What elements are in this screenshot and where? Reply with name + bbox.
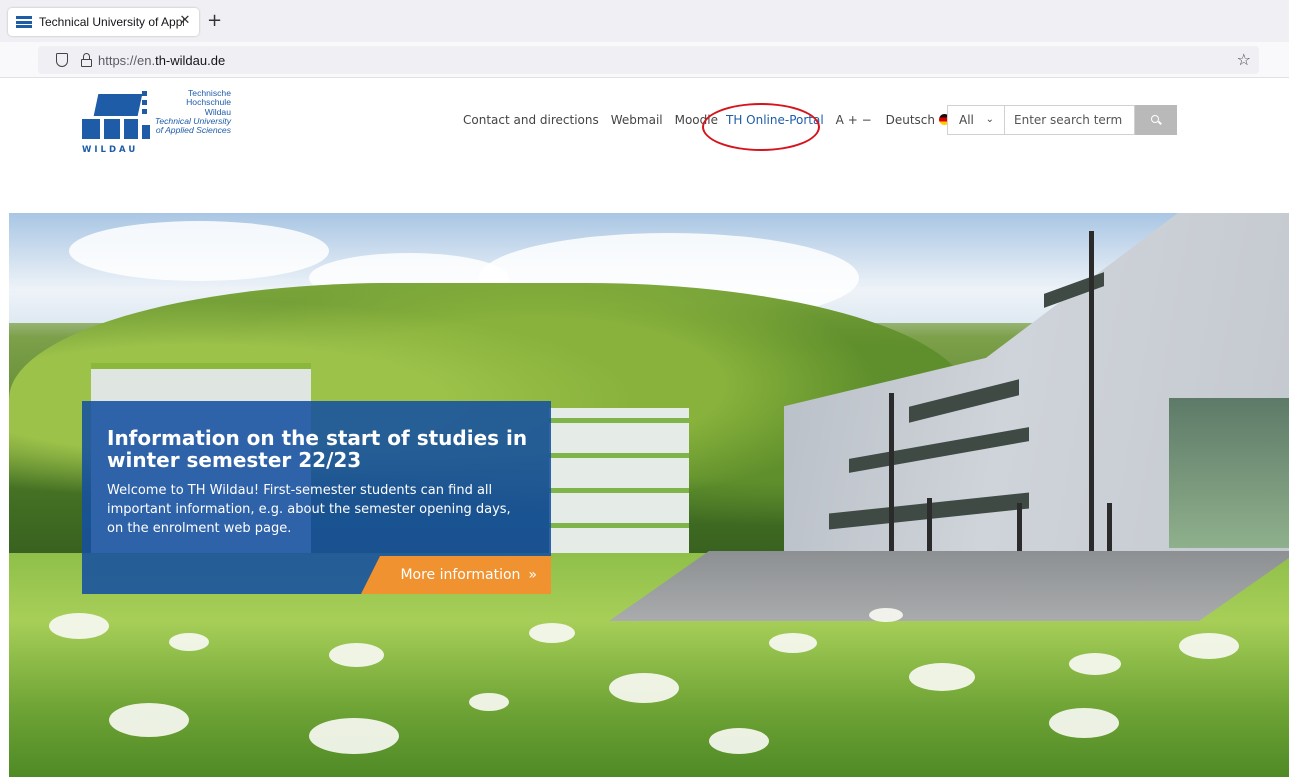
language-label: Deutsch [885,113,936,127]
padlock-icon[interactable] [81,53,92,67]
chevron-down-icon: ⌄ [985,114,994,125]
site-header: WILDAU Technische Hochschule Wildau Tech… [0,79,1289,213]
language-switch[interactable]: Deutsch [885,113,951,127]
nav-contact-link[interactable]: Contact and directions [463,113,599,127]
site-favicon-icon [16,16,32,28]
search-bar: All ⌄ [947,105,1177,135]
search-scope-select[interactable]: All ⌄ [947,105,1005,135]
search-input[interactable] [1005,105,1135,135]
new-tab-plus-icon[interactable]: + [207,12,222,30]
more-information-label: More information [400,567,521,583]
more-information-button[interactable]: More information » [361,556,551,594]
bookmark-star-icon[interactable]: ☆ [1237,50,1251,69]
hero-info-box: Information on the start of studies in w… [82,401,551,594]
logo-line: of Applied Sciences [155,125,231,136]
address-bar[interactable]: https://en.th-wildau.de ☆ [38,46,1259,74]
nav-webmail-link[interactable]: Webmail [611,113,663,127]
font-size-controls[interactable]: A + − [836,113,872,127]
search-button[interactable] [1135,105,1177,135]
search-icon [1151,115,1162,125]
logo-wordmark: WILDAU [82,145,139,155]
logo-text: Technische Hochschule Wildau Technical U… [149,88,231,136]
tracking-shield-icon[interactable] [56,53,68,67]
hero-description: Welcome to TH Wildau! First-semester stu… [107,483,511,536]
highlight-annotation-ring [702,103,820,151]
tab-title: Technical University of Applied Sciences… [39,15,184,29]
logo-mark-icon [82,91,150,143]
th-wildau-logo[interactable]: WILDAU Technische Hochschule Wildau Tech… [82,88,242,158]
url-domain: th-wildau.de [155,53,226,68]
hero-title: Information on the start of studies in w… [107,426,528,472]
tab-close-icon[interactable]: ✕ [177,13,193,28]
url-text[interactable]: https://en.th-wildau.de [98,53,225,68]
browser-nav-bar: https://en.th-wildau.de ☆ [0,42,1289,78]
search-scope-value: All [959,113,974,127]
browser-tab-bar: Technical University of Applied Sciences… [0,0,1289,42]
browser-tab[interactable]: Technical University of Applied Sciences… [8,8,199,36]
double-chevron-right-icon: » [528,567,537,583]
url-prefix: https://en. [98,53,156,68]
